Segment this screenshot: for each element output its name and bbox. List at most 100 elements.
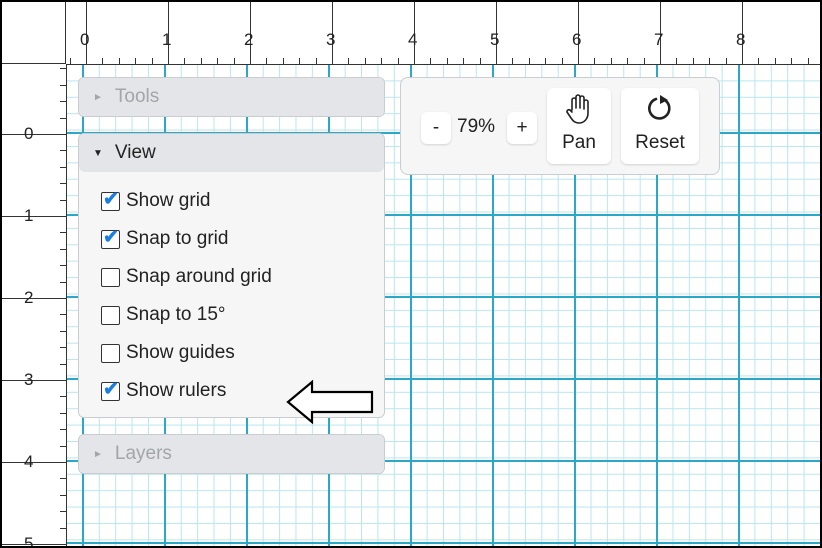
zoom-in-button[interactable]: +	[507, 112, 537, 144]
top-ruler-label: 3	[326, 30, 336, 49]
ruler-minor-tick	[60, 330, 66, 332]
checkbox[interactable]: ✔	[101, 378, 120, 401]
top-ruler-label: 2	[244, 30, 254, 49]
view-option[interactable]: Show guides	[101, 334, 384, 372]
ruler-minor-tick	[60, 101, 66, 103]
ruler-minor-tick	[60, 248, 66, 250]
ruler-minor-tick	[60, 150, 66, 152]
ruler-minor-tick	[774, 58, 776, 64]
ruler-minor-tick	[758, 58, 760, 64]
ruler-minor-tick	[512, 58, 514, 64]
ruler-minor-tick	[725, 58, 727, 64]
ruler-minor-tick	[60, 166, 66, 168]
left-ruler-label: 2	[24, 288, 34, 307]
ruler-minor-tick	[60, 347, 66, 349]
view-option-label: Snap to 15°	[126, 304, 226, 325]
ruler-major-tick	[2, 380, 66, 381]
ruler-minor-tick	[60, 412, 66, 414]
ruler-minor-tick	[60, 199, 66, 201]
tools-panel-label: Tools	[114, 86, 160, 107]
left-ruler-label: 0	[24, 124, 34, 143]
view-panel: ▼ View ✔ Show grid ✔ Snap to grid Snap aroun…	[78, 133, 385, 418]
view-option[interactable]: ✔ Snap to grid	[101, 220, 384, 258]
checkbox[interactable]: ✔	[101, 227, 120, 249]
view-option[interactable]: Snap around grid	[101, 258, 384, 296]
view-panel-label: View	[114, 142, 156, 163]
ruler-minor-tick	[610, 58, 612, 64]
ruler-minor-tick	[627, 58, 629, 64]
checkbox[interactable]	[101, 305, 120, 325]
ruler-minor-tick	[60, 84, 66, 86]
pan-label: Pan	[562, 132, 596, 153]
ruler-minor-tick	[528, 58, 530, 64]
ruler-minor-tick	[364, 58, 366, 64]
ruler-minor-tick	[266, 58, 268, 64]
ruler-minor-tick	[60, 68, 66, 70]
top-ruler: 0 1 2 3 4 5 6 7 8	[66, 2, 820, 65]
top-ruler-label: 8	[736, 30, 746, 49]
top-ruler-label: 1	[162, 30, 172, 49]
collapsed-triangle-icon: ►	[93, 448, 103, 460]
layers-panel-header[interactable]: ► Layers	[79, 435, 384, 473]
ruler-minor-tick	[60, 527, 66, 529]
ruler-minor-tick	[60, 265, 66, 267]
ruler-minor-tick	[102, 58, 104, 64]
checkbox[interactable]	[101, 267, 120, 287]
view-option-label: Snap to grid	[126, 228, 229, 249]
collapsed-triangle-icon: ►	[93, 91, 103, 103]
ruler-minor-tick	[233, 58, 235, 64]
ruler-minor-tick	[791, 58, 793, 64]
view-option-label: Show guides	[126, 342, 235, 363]
view-option[interactable]: ✔ Show grid	[101, 182, 384, 220]
ruler-minor-tick	[315, 58, 317, 64]
ruler-minor-tick	[135, 58, 137, 64]
ruler-minor-tick	[643, 58, 645, 64]
ruler-minor-tick	[463, 58, 465, 64]
ruler-minor-tick	[60, 445, 66, 447]
reset-button[interactable]: Reset	[621, 88, 699, 164]
view-options-list: ✔ Show grid ✔ Snap to grid Snap around grid S…	[79, 172, 384, 410]
ruler-minor-tick	[561, 58, 563, 64]
left-arrow-outline-icon	[286, 379, 374, 425]
ruler-minor-tick	[60, 494, 66, 496]
left-ruler: 0 1 2 3 4 5	[2, 64, 67, 546]
view-option-label: Snap around grid	[126, 266, 272, 287]
ruler-minor-tick	[299, 58, 301, 64]
pan-button[interactable]: Pan	[547, 88, 611, 164]
ruler-minor-tick	[60, 281, 66, 283]
tools-panel[interactable]: ► Tools	[78, 77, 385, 117]
reset-label: Reset	[635, 132, 685, 153]
ruler-minor-tick	[184, 58, 186, 64]
ruler-minor-tick	[676, 58, 678, 64]
ruler-minor-tick	[397, 58, 399, 64]
hand-icon	[566, 94, 589, 124]
layers-panel[interactable]: ► Layers	[78, 434, 385, 474]
ruler-major-tick	[2, 462, 66, 463]
checkmark-icon: ✔	[103, 188, 119, 210]
view-panel-header[interactable]: ▼ View	[79, 134, 384, 172]
ruler-major-tick	[2, 298, 66, 299]
ruler-minor-tick	[348, 58, 350, 64]
left-ruler-label: 4	[24, 452, 34, 471]
ruler-minor-tick	[446, 58, 448, 64]
checkbox[interactable]: ✔	[101, 188, 120, 211]
ruler-minor-tick	[118, 58, 120, 64]
checkbox[interactable]	[101, 343, 120, 363]
ruler-minor-tick	[282, 58, 284, 64]
checkmark-icon: ✔	[103, 378, 119, 400]
view-option-label: Show rulers	[126, 380, 227, 401]
top-ruler-label: 6	[572, 30, 582, 49]
ruler-minor-tick	[381, 58, 383, 64]
ruler-minor-tick	[60, 429, 66, 431]
ruler-minor-tick	[545, 58, 547, 64]
view-option[interactable]: Snap to 15°	[101, 296, 384, 334]
top-ruler-label: 7	[654, 30, 664, 49]
zoom-out-button[interactable]: -	[421, 112, 451, 144]
tools-panel-header[interactable]: ► Tools	[79, 78, 384, 116]
ruler-minor-tick	[60, 117, 66, 119]
ruler-minor-tick	[60, 183, 66, 185]
view-option-label: Show grid	[126, 190, 211, 211]
ruler-minor-tick	[692, 58, 694, 64]
ruler-minor-tick	[594, 58, 596, 64]
ruler-major-tick	[2, 216, 66, 217]
